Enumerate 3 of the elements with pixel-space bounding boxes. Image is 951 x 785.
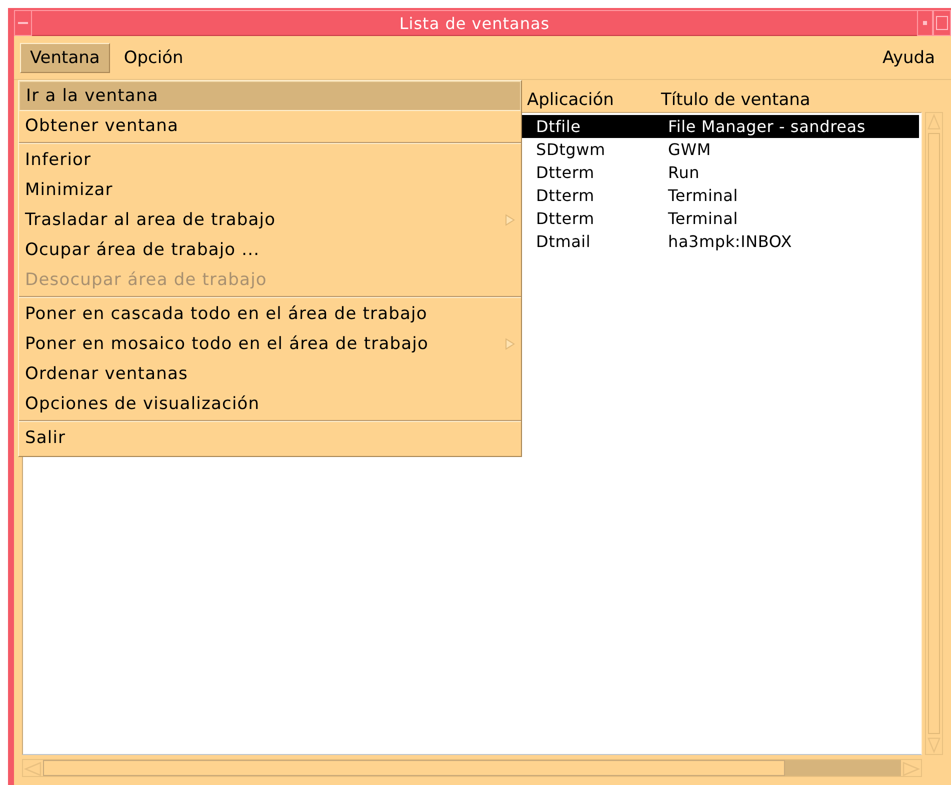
window-title: Lista de ventanas <box>32 10 917 36</box>
column-header: Aplicación <box>527 90 615 110</box>
column-header: Título de ventana <box>661 90 810 110</box>
